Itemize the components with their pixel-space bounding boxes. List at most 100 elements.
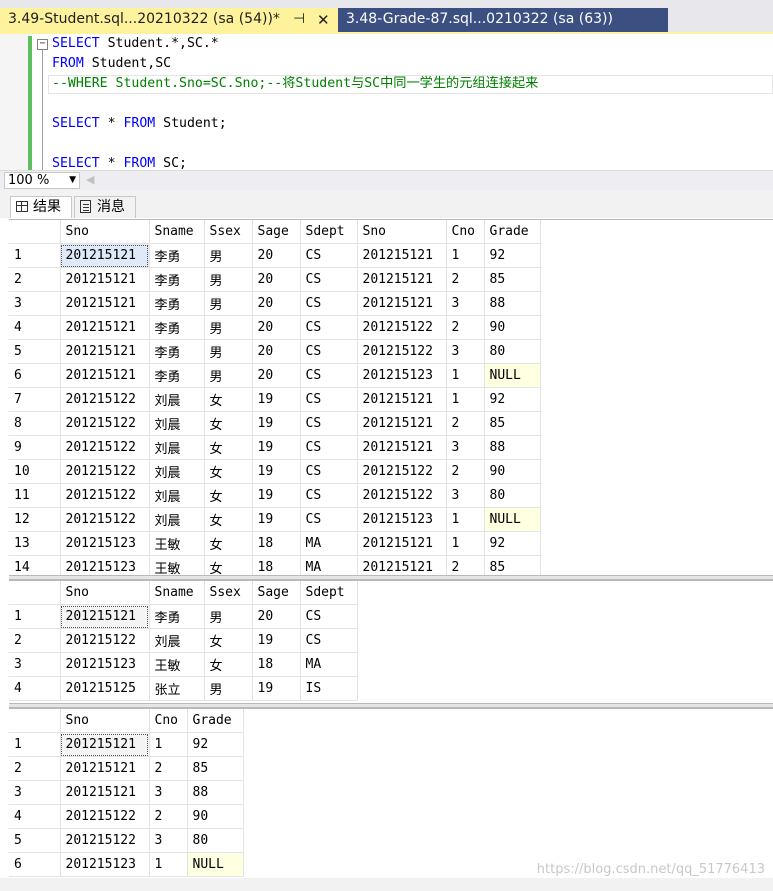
pin-icon[interactable]: ⊣ — [293, 11, 305, 27]
grid-cell[interactable]: CS — [300, 387, 358, 412]
grid-cell[interactable]: 1 — [446, 363, 485, 388]
grid-cell[interactable]: 刘晨 — [149, 387, 205, 412]
grid-cell[interactable]: 1 — [149, 852, 188, 877]
collapse-icon[interactable]: − — [37, 39, 48, 50]
grid-cell[interactable]: 201215121 — [60, 756, 150, 781]
grid-cell[interactable]: 李勇 — [149, 291, 205, 316]
grid-cell[interactable]: 201215121 — [357, 243, 447, 268]
grid-cell[interactable]: 男 — [204, 604, 253, 629]
grid-cell[interactable]: CS — [300, 291, 358, 316]
row-number[interactable]: 4 — [9, 804, 61, 829]
grid-cell[interactable]: 20 — [252, 604, 301, 629]
grid-cell[interactable]: CS — [300, 315, 358, 340]
grid-cell[interactable]: 201215121 — [60, 604, 150, 629]
grid-cell[interactable]: NULL — [187, 852, 244, 877]
grid-cell[interactable]: 18 — [252, 652, 301, 677]
grid-cell[interactable]: 18 — [252, 555, 301, 576]
grid-cell[interactable]: 2 — [446, 315, 485, 340]
table-row[interactable]: 2 201215121 2 85 — [9, 756, 244, 781]
grid-cell[interactable]: 92 — [484, 531, 541, 556]
grid-cell[interactable]: 男 — [204, 315, 253, 340]
grid-cell[interactable]: 80 — [187, 828, 244, 853]
grid-cell[interactable]: 201215122 — [60, 483, 150, 508]
row-number[interactable]: 2 — [9, 267, 61, 292]
column-header[interactable]: Ssex — [204, 581, 253, 605]
result-table-sc[interactable]: Sno Cno Grade 1 201215121 1 92 2 201215121 2 85 3 20… — [9, 709, 244, 877]
grid-cell[interactable]: 女 — [204, 459, 253, 484]
row-number[interactable]: 3 — [9, 291, 61, 316]
grid-cell[interactable]: CS — [300, 507, 358, 532]
grid-cell[interactable]: 201215121 — [60, 363, 150, 388]
grid-cell[interactable]: 19 — [252, 411, 301, 436]
code-line[interactable]: SELECT Student.*,SC.* — [52, 34, 219, 54]
grid-cell[interactable]: 85 — [187, 756, 244, 781]
row-number[interactable]: 10 — [9, 459, 61, 484]
table-row[interactable]: 14 201215123 王敏女 18 MA 201215121 2 85 — [9, 555, 541, 576]
grid-cell[interactable]: 201215121 — [357, 435, 447, 460]
grid-cell[interactable]: 201215121 — [60, 243, 150, 268]
grid-cell[interactable]: 刘晨 — [149, 507, 205, 532]
grid-cell[interactable]: 2 — [446, 459, 485, 484]
row-number[interactable]: 9 — [9, 435, 61, 460]
column-header[interactable]: Sno — [357, 220, 447, 244]
grid-cell[interactable]: 19 — [252, 483, 301, 508]
grid-cell[interactable]: 李勇 — [149, 243, 205, 268]
grid-cell[interactable]: 女 — [204, 652, 253, 677]
row-header-corner[interactable] — [9, 581, 61, 605]
column-header[interactable]: Ssex — [204, 220, 253, 244]
grid-cell[interactable]: 3 — [149, 828, 188, 853]
grid-cell[interactable]: CS — [300, 604, 358, 629]
grid-cell[interactable]: NULL — [484, 363, 541, 388]
code-line[interactable]: SELECT * FROM Student; — [52, 114, 227, 134]
table-row[interactable]: 9 201215122 刘晨女 19 CS 201215121 3 88 — [9, 435, 541, 460]
row-number[interactable]: 12 — [9, 507, 61, 532]
close-icon[interactable]: ✕ — [317, 11, 330, 29]
column-header[interactable]: Sno — [60, 709, 150, 733]
table-row[interactable]: 2 201215121 李勇男 20 CS 201215121 2 85 — [9, 267, 541, 292]
grid-cell[interactable]: 1 — [446, 387, 485, 412]
grid-cell[interactable]: 女 — [204, 628, 253, 653]
grid-cell[interactable]: 201215122 — [357, 483, 447, 508]
table-row[interactable]: 7 201215122 刘晨女 19 CS 201215121 1 92 — [9, 387, 541, 412]
row-number[interactable]: 1 — [9, 604, 61, 629]
grid-cell[interactable]: 2 — [149, 804, 188, 829]
tab-grade-sql[interactable]: 3.48-Grade-87.sql...0210322 (sa (63)) — [338, 8, 668, 34]
grid-cell[interactable]: 201215122 — [357, 459, 447, 484]
sql-editor[interactable]: − SELECT Student.*,SC.* FROM Student,SC --… — [0, 34, 773, 170]
row-number[interactable]: 1 — [9, 732, 61, 757]
grid-cell[interactable]: IS — [300, 676, 358, 701]
grid-cell[interactable]: 1 — [446, 531, 485, 556]
grid-cell[interactable]: CS — [300, 243, 358, 268]
grid-cell[interactable]: 李勇 — [149, 363, 205, 388]
table-row[interactable]: 12 201215122 刘晨女 19 CS 201215123 1 NULL — [9, 507, 541, 532]
grid-cell[interactable]: CS — [300, 267, 358, 292]
result-grid-1[interactable]: Sno Sname Ssex Sage Sdept Sno Cno Grade 1 2012151… — [9, 219, 773, 576]
grid-cell[interactable]: 201215121 — [357, 291, 447, 316]
table-row[interactable]: 5 201215122 3 80 — [9, 828, 244, 853]
code-line[interactable]: FROM Student,SC — [52, 54, 171, 74]
grid-cell[interactable]: 201215122 — [60, 387, 150, 412]
row-number[interactable]: 3 — [9, 780, 61, 805]
grid-cell[interactable]: 2 — [149, 756, 188, 781]
grid-cell[interactable]: 88 — [187, 780, 244, 805]
grid-cell[interactable]: 19 — [252, 628, 301, 653]
result-grid-3[interactable]: Sno Cno Grade 1 201215121 1 92 2 201215121 2 85 3 20… — [9, 708, 773, 879]
grid-cell[interactable]: 201215122 — [357, 315, 447, 340]
grid-cell[interactable]: 3 — [446, 291, 485, 316]
grid-cell[interactable]: 92 — [484, 387, 541, 412]
grid-cell[interactable]: CS — [300, 363, 358, 388]
column-header[interactable]: Grade — [187, 709, 244, 733]
column-header[interactable]: Sage — [252, 581, 301, 605]
grid-cell[interactable]: 19 — [252, 676, 301, 701]
grid-cell[interactable]: 20 — [252, 315, 301, 340]
grid-cell[interactable]: 90 — [484, 315, 541, 340]
grid-cell[interactable]: CS — [300, 411, 358, 436]
grid-cell[interactable]: CS — [300, 339, 358, 364]
grid-cell[interactable]: 女 — [204, 411, 253, 436]
column-header[interactable]: Grade — [484, 220, 541, 244]
grid-cell[interactable]: NULL — [484, 507, 541, 532]
grid-cell[interactable]: 201215123 — [60, 852, 150, 877]
grid-cell[interactable]: CS — [300, 628, 358, 653]
grid-cell[interactable]: 88 — [484, 291, 541, 316]
result-table-student[interactable]: Sno Sname Ssex Sage Sdept 1 201215121 李勇男 20 CS 2 2… — [9, 581, 358, 701]
